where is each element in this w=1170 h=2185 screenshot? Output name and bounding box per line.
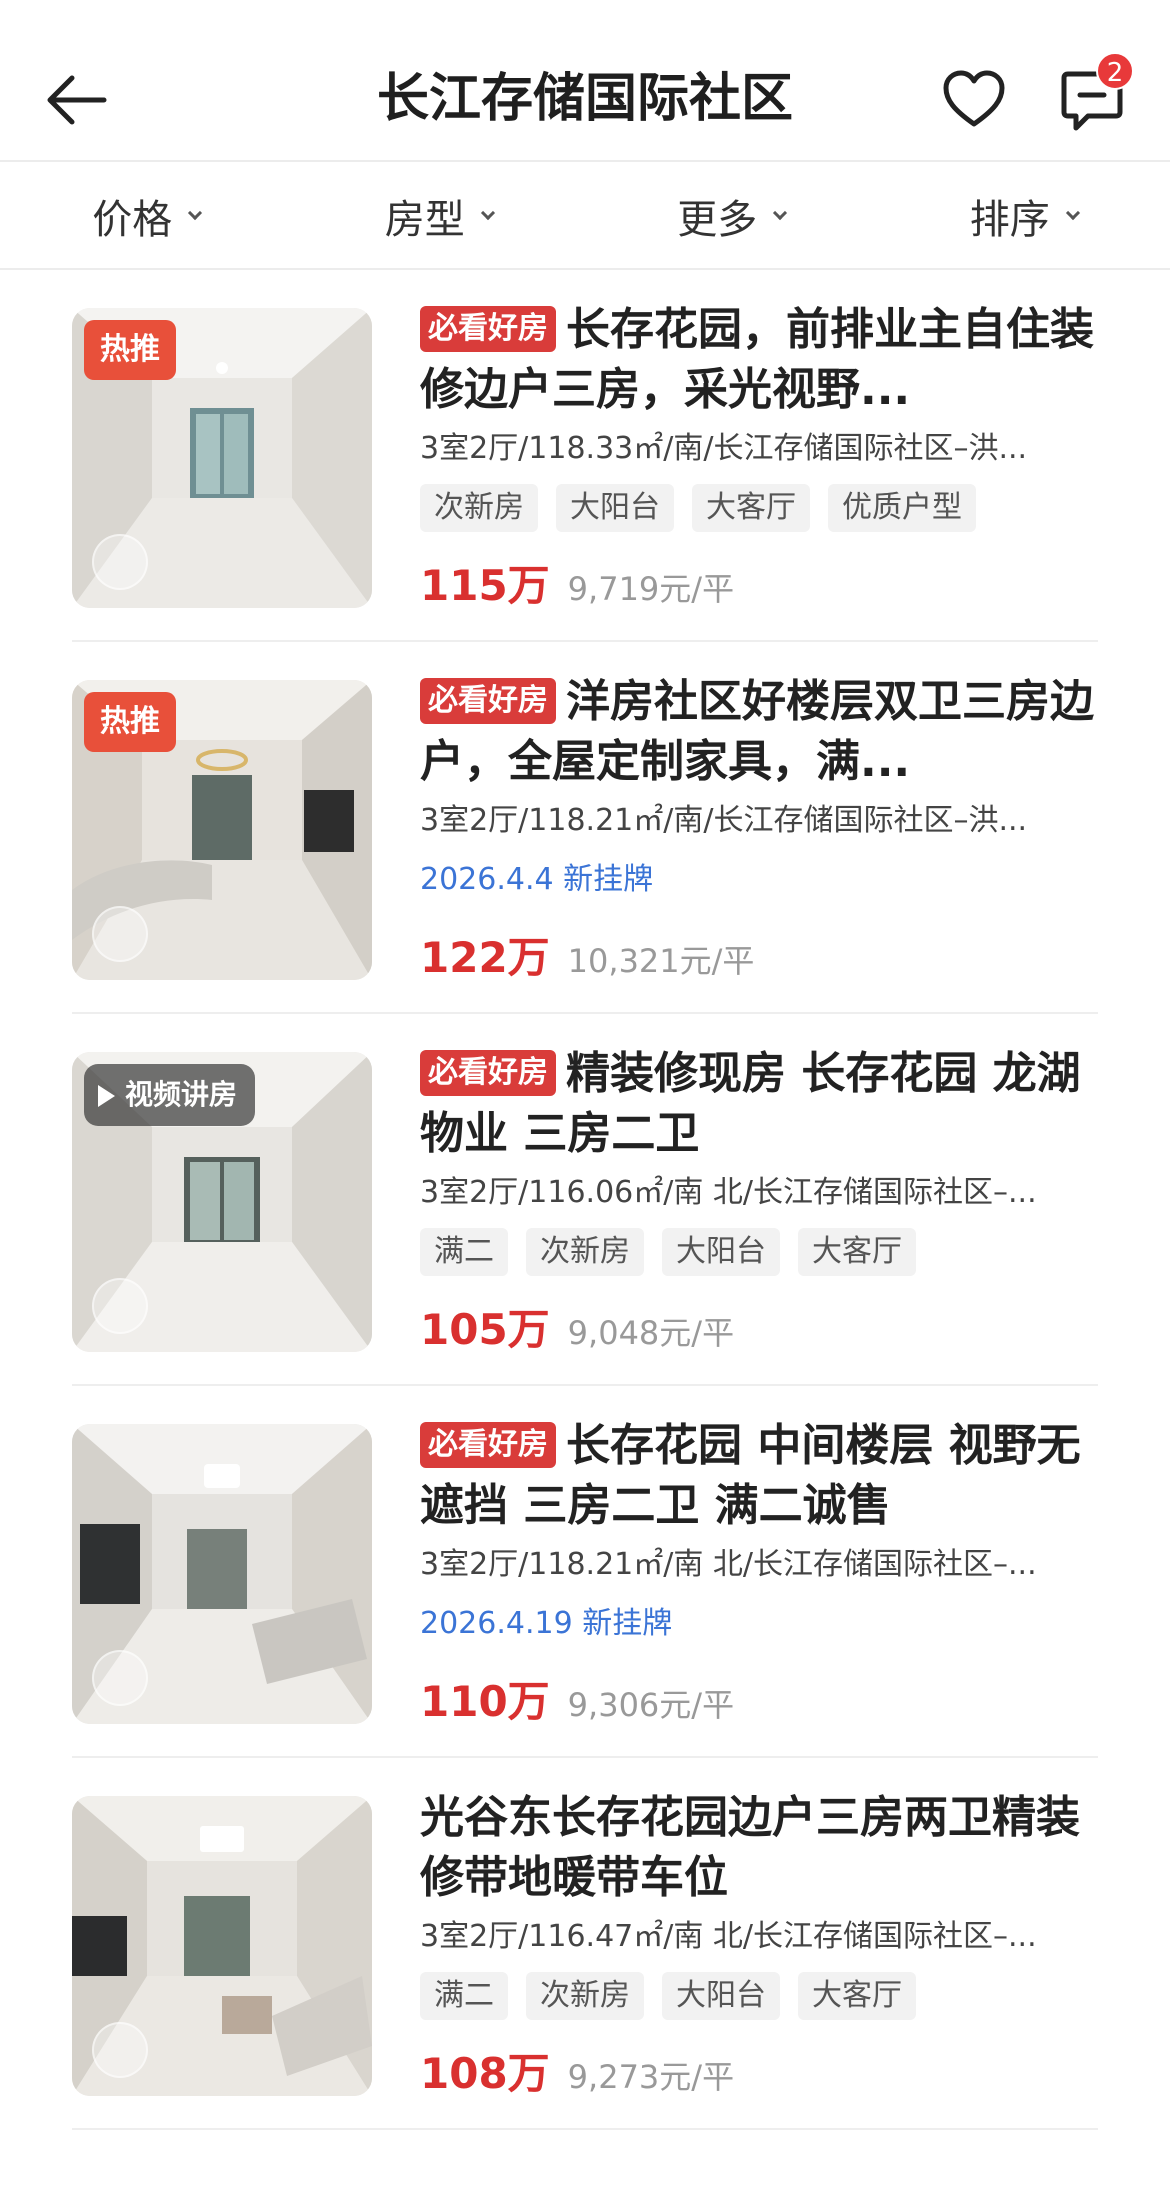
must-see-badge: 必看好房 bbox=[420, 678, 556, 724]
must-see-badge: 必看好房 bbox=[420, 306, 556, 352]
play-icon bbox=[98, 1085, 115, 1107]
feature-tag: 大客厅 bbox=[798, 1972, 916, 2020]
total-price: 110万 bbox=[420, 1677, 550, 1726]
feature-tag: 满二 bbox=[420, 1972, 508, 2020]
feature-tag: 大客厅 bbox=[798, 1228, 916, 1276]
hot-recommend-tag: 热推 bbox=[84, 692, 176, 752]
vr-view-icon[interactable] bbox=[92, 534, 148, 590]
filter-label: 价格 bbox=[92, 197, 173, 243]
listing-photo[interactable] bbox=[72, 1424, 372, 1724]
filter-room-type[interactable]: 房型 bbox=[293, 164, 586, 268]
total-price: 122万 bbox=[420, 933, 550, 982]
top-navigation-bar: 长江存储国际社区 2 bbox=[0, 0, 1170, 162]
listing-item[interactable]: 必看好房 长存花园 中间楼层 视野无遮挡 三房二卫 满二诚售 3室2厅/118.2… bbox=[0, 1386, 1170, 1758]
new-listing-date: 2026.4.4 新挂牌 bbox=[420, 862, 654, 897]
must-see-badge: 必看好房 bbox=[420, 1050, 556, 1096]
listing-meta: 3室2厅/118.21㎡/南/长江存储国际社区–洪... bbox=[420, 803, 1028, 838]
feature-tag: 大客厅 bbox=[692, 484, 810, 532]
message-count-badge: 2 bbox=[1096, 52, 1134, 90]
feature-tags: 满二 次新房 大阳台 大客厅 bbox=[420, 1228, 1100, 1276]
unit-price: 9,719元/平 bbox=[567, 570, 735, 608]
feature-tag: 大阳台 bbox=[662, 1972, 780, 2020]
unit-price: 9,048元/平 bbox=[567, 1314, 735, 1352]
filter-bar: 价格 房型 更多 排序 bbox=[0, 164, 1170, 270]
total-price: 115万 bbox=[420, 561, 550, 610]
listing-meta: 3室2厅/118.33㎡/南/长江存储国际社区–洪... bbox=[420, 431, 1028, 466]
feature-tag: 次新房 bbox=[420, 484, 538, 532]
feature-tag: 满二 bbox=[420, 1228, 508, 1276]
listing-item[interactable]: 热推 必看好房 洋房社区好楼层双卫三房边户，全屋定制家具，满... 3室2厅/11… bbox=[0, 642, 1170, 1014]
unit-price: 9,306元/平 bbox=[567, 1686, 735, 1724]
listing-title[interactable]: 必看好房 洋房社区好楼层双卫三房边户，全屋定制家具，满... bbox=[420, 672, 1100, 792]
unit-price: 9,273元/平 bbox=[567, 2058, 735, 2096]
new-listing-date: 2026.4.19 新挂牌 bbox=[420, 1606, 673, 1641]
listing-title[interactable]: 必看好房 精装修现房 长存花园 龙湖物业 三房二卫 bbox=[420, 1044, 1100, 1164]
listing-title[interactable]: 光谷东长存花园边户三房两卫精装修带地暖带车位 bbox=[420, 1788, 1100, 1908]
feature-tag: 优质户型 bbox=[828, 484, 976, 532]
filter-label: 更多 bbox=[677, 197, 758, 243]
video-tour-tag[interactable]: 视频讲房 bbox=[84, 1064, 256, 1126]
listing-title[interactable]: 必看好房 长存花园，前排业主自住装修边户三房，采光视野... bbox=[420, 300, 1100, 420]
vr-view-icon[interactable] bbox=[92, 1278, 148, 1334]
feature-tags: 满二 次新房 大阳台 大客厅 bbox=[420, 1972, 1100, 2020]
favorite-heart-icon[interactable] bbox=[940, 66, 1008, 134]
must-see-badge: 必看好房 bbox=[420, 1422, 556, 1468]
listing-meta: 3室2厅/118.21㎡/南 北/长江存储国际社区–... bbox=[420, 1547, 1037, 1582]
listing-item[interactable]: 热推 必看好房 长存花园，前排业主自住装修边户三房，采光视野... 3室2厅/11… bbox=[0, 270, 1170, 642]
listing-photo[interactable]: 视频讲房 bbox=[72, 1052, 372, 1352]
total-price: 108万 bbox=[420, 2049, 550, 2098]
vr-view-icon[interactable] bbox=[92, 1650, 148, 1706]
chevron-down-icon bbox=[480, 205, 495, 221]
feature-tag: 次新房 bbox=[526, 1972, 644, 2020]
filter-sort[interactable]: 排序 bbox=[878, 164, 1170, 268]
listing-item[interactable]: 光谷东长存花园边户三房两卫精装修带地暖带车位 3室2厅/116.47㎡/南 北/… bbox=[0, 1758, 1170, 2130]
listing-photo[interactable] bbox=[72, 1796, 372, 2096]
vr-view-icon[interactable] bbox=[92, 2022, 148, 2078]
unit-price: 10,321元/平 bbox=[567, 942, 755, 980]
filter-more[interactable]: 更多 bbox=[585, 164, 878, 268]
chevron-down-icon bbox=[188, 205, 203, 221]
total-price: 105万 bbox=[420, 1305, 550, 1354]
listing-item[interactable]: 视频讲房 必看好房 精装修现房 长存花园 龙湖物业 三房二卫 3室2厅/116.0… bbox=[0, 1014, 1170, 1386]
chevron-down-icon bbox=[1065, 205, 1080, 221]
feature-tag: 大阳台 bbox=[662, 1228, 780, 1276]
video-tour-label: 视频讲房 bbox=[125, 1078, 238, 1111]
vr-view-icon[interactable] bbox=[92, 906, 148, 962]
listing-meta: 3室2厅/116.47㎡/南 北/长江存储国际社区–... bbox=[420, 1919, 1037, 1954]
listing-photo[interactable]: 热推 bbox=[72, 308, 372, 608]
filter-label: 排序 bbox=[969, 197, 1050, 243]
filter-label: 房型 bbox=[384, 197, 465, 243]
feature-tag: 大阳台 bbox=[556, 484, 674, 532]
listing-photo[interactable]: 热推 bbox=[72, 680, 372, 980]
listing-meta: 3室2厅/116.06㎡/南 北/长江存储国际社区–... bbox=[420, 1175, 1037, 1210]
chevron-down-icon bbox=[773, 205, 788, 221]
hot-recommend-tag: 热推 bbox=[84, 320, 176, 380]
feature-tags: 次新房 大阳台 大客厅 优质户型 bbox=[420, 484, 1100, 532]
filter-price[interactable]: 价格 bbox=[0, 164, 293, 268]
listing-title[interactable]: 必看好房 长存花园 中间楼层 视野无遮挡 三房二卫 满二诚售 bbox=[420, 1416, 1100, 1536]
listing-list: 热推 必看好房 长存花园，前排业主自住装修边户三房，采光视野... 3室2厅/11… bbox=[0, 270, 1170, 2130]
feature-tag: 次新房 bbox=[526, 1228, 644, 1276]
